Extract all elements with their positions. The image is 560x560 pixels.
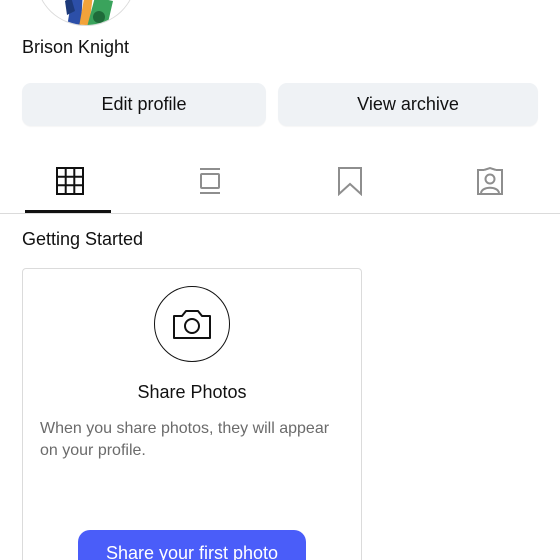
profile-name: Brison Knight [22, 37, 130, 57]
share-photos-card: Share Photos When you share photos, they… [22, 268, 362, 560]
share-first-photo-button[interactable]: Share your first photo [78, 530, 306, 560]
grid-icon [56, 167, 84, 195]
tab-tagged[interactable] [420, 150, 560, 212]
tab-saved[interactable] [280, 150, 420, 212]
avatar[interactable] [36, 0, 136, 26]
tab-feed[interactable] [140, 150, 280, 212]
card-description: When you share photos, they will appear … [40, 420, 330, 459]
camera-icon-circle [154, 286, 230, 362]
tabs-divider [0, 213, 560, 214]
section-title: Getting Started [22, 229, 144, 249]
bookmark-icon [338, 167, 362, 196]
camera-icon [173, 310, 211, 339]
edit-profile-button[interactable]: Edit profile [22, 83, 266, 126]
tab-posts[interactable] [0, 150, 140, 212]
view-archive-button[interactable]: View archive [278, 83, 538, 126]
profile-tabs [0, 150, 560, 214]
feed-icon [200, 168, 220, 194]
tagged-person-icon [477, 166, 503, 195]
avatar-illustration [37, 0, 135, 25]
card-title: Share Photos [137, 382, 247, 402]
